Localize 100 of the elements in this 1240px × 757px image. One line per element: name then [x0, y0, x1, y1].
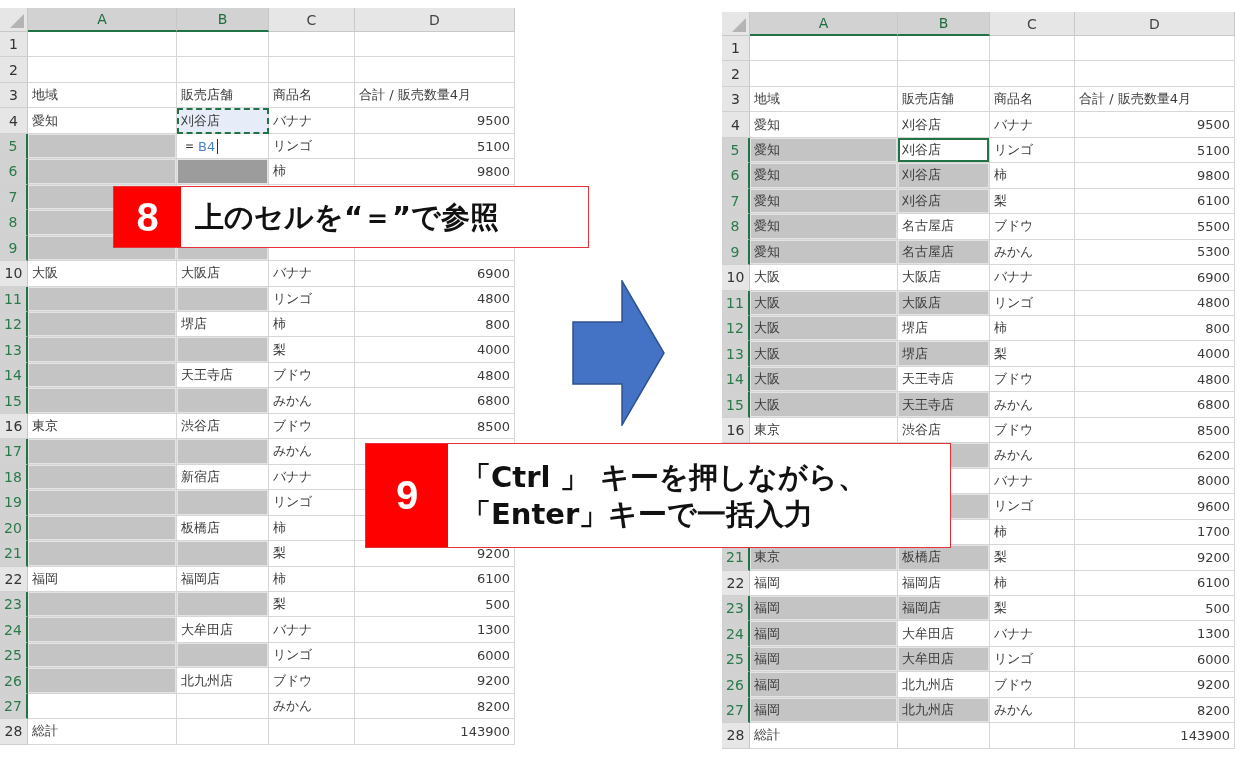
table-cell[interactable]: 板橋店	[177, 515, 269, 542]
table-cell[interactable]: 柿	[990, 163, 1075, 189]
table-cell[interactable]: 地域	[28, 82, 177, 109]
table-cell[interactable]: 大牟田店	[898, 621, 990, 647]
table-cell[interactable]: みかん	[990, 239, 1075, 266]
table-cell[interactable]: 福岡	[750, 621, 898, 647]
table-cell[interactable]: 梨	[269, 541, 355, 567]
row-header[interactable]: 28	[0, 719, 28, 745]
table-cell[interactable]: リンゴ	[990, 290, 1075, 316]
select-all-icon[interactable]	[732, 18, 746, 32]
table-cell[interactable]: 福岡	[750, 570, 898, 596]
row-header[interactable]: 26	[722, 672, 750, 698]
table-cell[interactable]: 9200	[1075, 672, 1235, 698]
table-cell[interactable]: 6900	[355, 261, 515, 287]
table-cell[interactable]: 6100	[1075, 188, 1235, 215]
table-cell[interactable]: 8200	[355, 693, 515, 720]
table-cell[interactable]: 大阪店	[898, 265, 990, 291]
table-cell[interactable]: 刈谷店	[898, 163, 990, 189]
table-cell[interactable]: 1300	[355, 617, 515, 643]
table-cell[interactable]: 9800	[1075, 163, 1235, 189]
table-cell[interactable]: 渋谷店	[898, 417, 990, 444]
table-cell[interactable]: 渋谷店	[177, 413, 269, 440]
table-cell[interactable]: リンゴ	[990, 646, 1075, 673]
row-header[interactable]: 6	[722, 163, 750, 189]
table-cell[interactable]: 商品名	[990, 86, 1075, 113]
table-cell[interactable]: 大牟田店	[177, 617, 269, 643]
table-cell[interactable]: ブドウ	[990, 672, 1075, 698]
table-cell[interactable]: 地域	[750, 86, 898, 113]
row-header[interactable]: 6	[0, 159, 28, 185]
row-header[interactable]: 10	[722, 265, 750, 291]
table-cell[interactable]: 柿	[269, 566, 355, 592]
table-cell[interactable]: 6000	[355, 642, 515, 669]
table-cell[interactable]: ブドウ	[990, 417, 1075, 444]
table-cell[interactable]	[177, 32, 269, 58]
table-cell[interactable]: みかん	[990, 697, 1075, 724]
table-cell[interactable]: ブドウ	[269, 668, 355, 694]
column-header[interactable]: D	[355, 8, 515, 32]
table-cell[interactable]: 名古屋店	[898, 214, 990, 240]
table-cell[interactable]: 4000	[355, 337, 515, 363]
table-cell[interactable]: 刈谷店	[177, 108, 269, 134]
table-cell[interactable]: みかん	[990, 392, 1075, 418]
table-cell[interactable]	[355, 57, 515, 83]
table-cell[interactable]: 800	[355, 312, 515, 338]
table-cell[interactable]: 5300	[1075, 239, 1235, 266]
row-header[interactable]: 8	[722, 214, 750, 240]
table-cell[interactable]: 6800	[1075, 392, 1235, 418]
table-cell[interactable]	[177, 591, 269, 618]
table-cell[interactable]: 名古屋店	[898, 239, 990, 266]
table-cell[interactable]: みかん	[269, 388, 355, 414]
row-header[interactable]: 1	[722, 36, 750, 62]
table-cell[interactable]	[28, 515, 177, 542]
table-cell[interactable]: 福岡店	[898, 595, 990, 622]
table-cell[interactable]	[28, 617, 177, 643]
table-cell[interactable]: 8500	[1075, 417, 1235, 444]
table-cell[interactable]: 福岡	[750, 646, 898, 673]
table-cell[interactable]	[28, 541, 177, 567]
table-cell[interactable]: 9500	[355, 108, 515, 134]
table-cell[interactable]: 大阪	[750, 392, 898, 418]
table-cell[interactable]: 大阪	[28, 261, 177, 287]
table-cell[interactable]: 柿	[269, 312, 355, 338]
table-cell[interactable]	[28, 642, 177, 669]
table-cell[interactable]: 5100	[1075, 137, 1235, 164]
table-cell[interactable]: 800	[1075, 316, 1235, 342]
table-cell[interactable]: 5500	[1075, 214, 1235, 240]
table-cell[interactable]: 9200	[355, 668, 515, 694]
table-cell[interactable]	[177, 490, 269, 516]
table-cell[interactable]: ブドウ	[269, 413, 355, 440]
table-cell[interactable]	[28, 159, 177, 185]
table-cell[interactable]: ブドウ	[269, 362, 355, 389]
table-cell[interactable]	[177, 388, 269, 414]
table-cell[interactable]: 9600	[1075, 494, 1235, 520]
table-cell[interactable]: 5100	[355, 133, 515, 160]
table-cell[interactable]: 9200	[1075, 545, 1235, 571]
table-cell[interactable]: 刈谷店	[898, 188, 990, 215]
table-cell[interactable]: 合計 / 販売数量4月	[355, 82, 515, 109]
row-header[interactable]: 24	[0, 617, 28, 643]
column-header[interactable]: B	[177, 8, 269, 32]
table-cell[interactable]: 9800	[355, 159, 515, 185]
table-cell[interactable]	[269, 32, 355, 58]
table-cell[interactable]: 福岡	[750, 697, 898, 724]
row-header[interactable]: 2	[722, 61, 750, 87]
table-cell[interactable]: 北九州店	[898, 672, 990, 698]
table-cell[interactable]	[1075, 61, 1235, 87]
table-cell[interactable]: バナナ	[990, 112, 1075, 138]
row-header[interactable]: 2	[0, 57, 28, 83]
table-cell[interactable]: 1700	[1075, 519, 1235, 546]
table-cell[interactable]: 堺店	[898, 316, 990, 342]
table-cell[interactable]: リンゴ	[269, 133, 355, 160]
table-cell[interactable]: 販売店舗	[898, 86, 990, 113]
table-cell[interactable]: みかん	[269, 693, 355, 720]
row-header[interactable]: 23	[722, 595, 750, 622]
table-cell[interactable]: 6100	[355, 566, 515, 592]
table-cell[interactable]	[28, 490, 177, 516]
row-header[interactable]: 16	[722, 417, 750, 444]
table-cell[interactable]: 梨	[990, 545, 1075, 571]
table-cell[interactable]: 6100	[1075, 570, 1235, 596]
table-cell[interactable]	[898, 36, 990, 62]
table-cell[interactable]: 愛知	[750, 214, 898, 240]
table-cell[interactable]	[898, 61, 990, 87]
table-cell[interactable]: 堺店	[898, 341, 990, 367]
